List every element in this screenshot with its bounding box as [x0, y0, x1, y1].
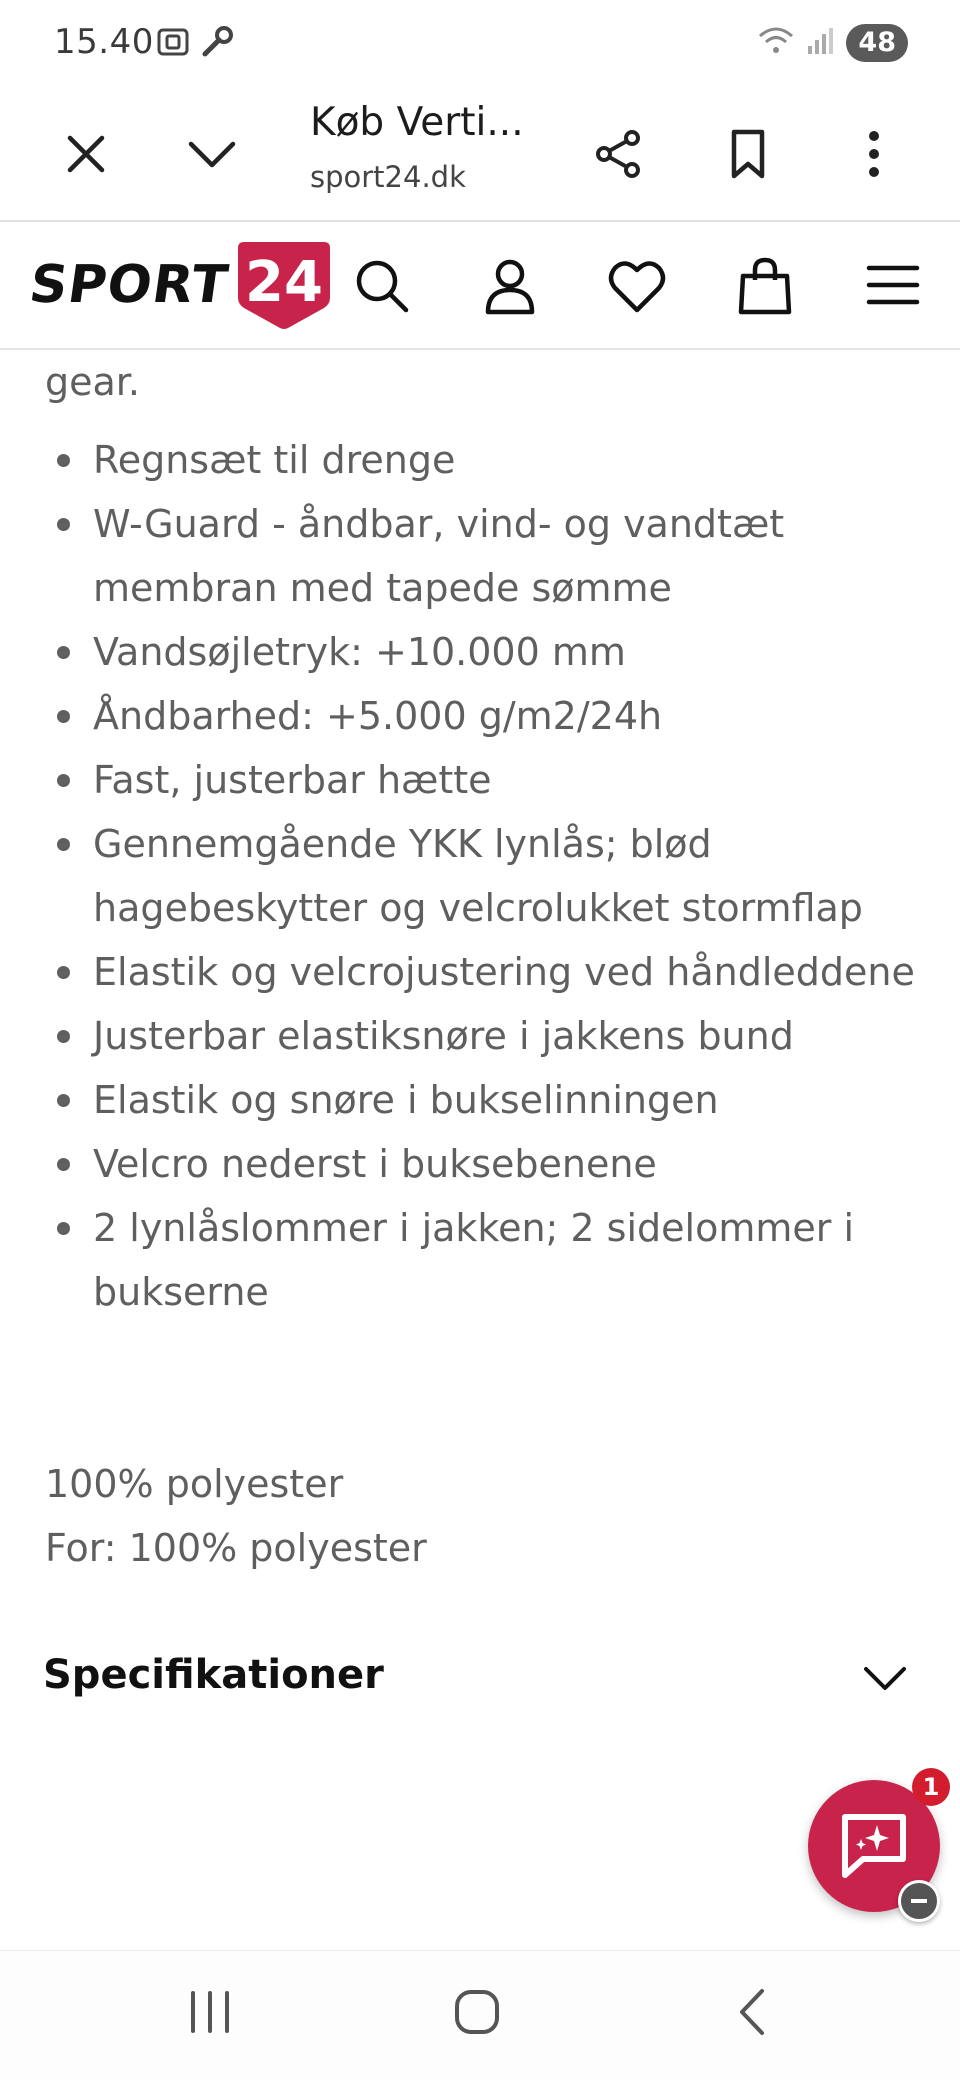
battery-indicator: 48: [846, 24, 908, 62]
shopping-bag-icon: [738, 257, 792, 315]
site-header: SPORT 24: [0, 222, 960, 350]
chat-notification-badge: 1: [912, 1768, 950, 1806]
bookmark-button[interactable]: [712, 118, 784, 190]
search-icon: [356, 260, 409, 313]
menu-button[interactable]: [866, 262, 920, 312]
list-item: Vandsøjletryk: +10.000 mm: [45, 620, 925, 684]
recent-apps-button[interactable]: [185, 1987, 235, 2041]
account-button[interactable]: [480, 256, 540, 320]
list-item: Elastik og velcrojustering ved håndledde…: [45, 940, 925, 1004]
chevron-down-icon: [188, 141, 236, 168]
description-text-fragment: gear.: [45, 360, 140, 404]
close-tab-button[interactable]: [50, 118, 122, 190]
material-line: 100% polyester: [45, 1462, 344, 1506]
back-icon: [740, 1989, 764, 2035]
user-icon: [485, 259, 535, 315]
search-button[interactable]: [352, 256, 412, 320]
chat-minimize-button[interactable]: [898, 1880, 940, 1922]
list-item: 2 lynlåslommer i jakken; 2 sidelommer i …: [45, 1196, 925, 1324]
signal-icon: [806, 26, 836, 60]
tab-title: Køb Verti...: [310, 100, 524, 145]
list-item: Fast, justerbar hætte: [45, 748, 925, 812]
chat-sparkle-icon: [842, 1814, 906, 1878]
list-item: Velcro nederst i buksebenene: [45, 1132, 925, 1196]
feature-list: Regnsæt til drenge W-Guard - åndbar, vin…: [45, 428, 925, 1324]
wishlist-button[interactable]: [607, 256, 667, 320]
list-item: Gennemgående YKK lynlås; blød hagebeskyt…: [45, 812, 925, 940]
more-vert-icon: [869, 131, 879, 177]
site-logo[interactable]: SPORT 24: [26, 240, 332, 330]
logo-badge: 24: [236, 240, 332, 330]
wifi-icon: [756, 24, 796, 62]
lining-material-line: For: 100% polyester: [45, 1526, 427, 1570]
specifications-title: Specifikationer: [43, 1652, 384, 1698]
chevron-down-icon: [862, 1664, 908, 1698]
tab-url[interactable]: sport24.dk: [310, 160, 466, 194]
logo-text: SPORT: [25, 255, 233, 315]
system-navigation-bar: [0, 1950, 960, 2080]
home-button[interactable]: [452, 1987, 502, 2041]
hamburger-menu-icon: [866, 265, 920, 305]
list-item: Elastik og snøre i bukselinningen: [45, 1068, 925, 1132]
share-icon: [596, 130, 640, 178]
logo-number: 24: [244, 250, 323, 315]
wrench-icon: [199, 24, 235, 64]
list-item: Justerbar elastiksnøre i jakkens bund: [45, 1004, 925, 1068]
minimize-tab-button[interactable]: [176, 118, 248, 190]
list-item: Regnsæt til drenge: [45, 428, 925, 492]
more-options-button[interactable]: [838, 118, 910, 190]
material-info: 100% polyester For: 100% polyester: [45, 1452, 427, 1580]
status-bar: 15.40 48: [0, 0, 960, 88]
share-button[interactable]: [582, 118, 654, 190]
screenshot-icon: [155, 24, 191, 64]
specifications-accordion[interactable]: Specifikationer: [0, 1640, 960, 1720]
home-icon: [455, 1990, 499, 2034]
heart-icon: [608, 261, 666, 313]
cart-button[interactable]: [735, 256, 795, 320]
back-button[interactable]: [728, 1987, 778, 2041]
close-icon: [67, 135, 105, 173]
list-item: Åndbarhed: +5.000 g/m2/24h: [45, 684, 925, 748]
recent-apps-icon: [191, 1991, 229, 2033]
list-item: W-Guard - åndbar, vind- og vandtæt membr…: [45, 492, 925, 620]
status-time: 15.40: [54, 22, 154, 62]
bookmark-icon: [731, 129, 765, 179]
